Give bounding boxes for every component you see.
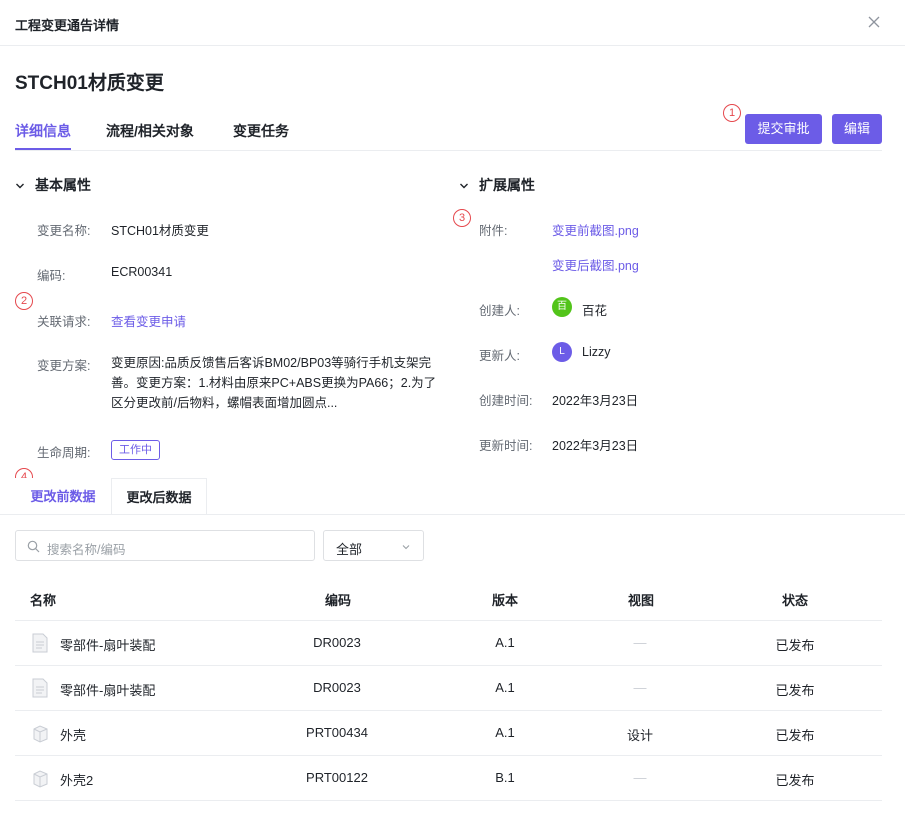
data-tabs-divider <box>0 514 905 515</box>
attachment-link-after[interactable]: 变更后截图.png <box>552 255 639 274</box>
code-value: ECR00341 <box>111 265 173 279</box>
chevron-down-icon <box>460 183 468 189</box>
extended-properties-header[interactable]: 扩展属性 <box>459 175 535 195</box>
row-version: A.1 <box>495 635 515 650</box>
row-name: 外壳 <box>60 728 87 743</box>
attachment-label: 附件: <box>479 224 508 238</box>
close-icon[interactable] <box>864 12 884 32</box>
row-status: 已发布 <box>775 638 815 653</box>
row-version: A.1 <box>495 725 515 740</box>
filter-select-value: 全部 <box>336 542 363 557</box>
code-label: 编码: <box>37 269 66 283</box>
row-name: 零部件-扇叶装配 <box>60 683 156 698</box>
dialog-title: 工程变更通告详情 <box>15 18 120 33</box>
updated-time-label: 更新时间: <box>479 439 533 453</box>
tabs-divider <box>15 150 882 151</box>
updated-time-value: 2022年3月23日 <box>552 439 639 453</box>
chevron-down-icon <box>402 545 410 550</box>
document-icon <box>32 633 48 653</box>
updater-name: Lizzy <box>582 345 611 359</box>
row-status: 已发布 <box>775 683 815 698</box>
edit-button[interactable]: 编辑 <box>832 114 882 144</box>
column-header-view: 视图 <box>628 593 655 608</box>
row-status: 已发布 <box>775 728 815 743</box>
avatar: L <box>552 342 572 362</box>
column-header-status: 状态 <box>782 593 809 608</box>
submit-approval-button[interactable]: 提交审批 <box>745 114 822 144</box>
table-bottom-border <box>15 800 882 801</box>
status-badge: 工作中 <box>111 440 160 460</box>
tab-details[interactable]: 详细信息 <box>15 121 71 151</box>
related-request-label: 关联请求: <box>37 315 91 329</box>
created-time-value: 2022年3月23日 <box>552 394 639 408</box>
section-title: 扩展属性 <box>479 177 535 193</box>
tab-process-related[interactable]: 流程/相关对象 <box>106 121 194 151</box>
page-title: STCH01材质变更 <box>15 73 164 94</box>
table-row[interactable]: 零部件-扇叶装配 DR0023 A.1 — 已发布 <box>15 665 882 710</box>
attachment-link-before[interactable]: 变更前截图.png <box>552 220 639 239</box>
chevron-down-icon <box>16 183 24 189</box>
lifecycle-label: 生命周期: <box>37 446 91 460</box>
filter-select[interactable]: 全部 <box>323 530 424 561</box>
change-name-label: 变更名称: <box>37 224 91 238</box>
change-plan-value: 变更原因:品质反馈售后客诉BM02/BP03等骑行手机支架完善。变更方案：1.材… <box>111 356 437 410</box>
row-view: — <box>633 635 647 650</box>
callout-marker-1: 1 <box>723 104 741 122</box>
document-icon <box>32 678 48 698</box>
row-name: 外壳2 <box>60 773 94 788</box>
avatar: 百 <box>552 297 572 317</box>
dialog-header: 工程变更通告详情 <box>0 0 905 46</box>
row-version: B.1 <box>495 770 515 785</box>
row-code: DR0023 <box>313 635 361 650</box>
row-name: 零部件-扇叶装配 <box>60 638 156 653</box>
creator-name: 百花 <box>582 304 608 318</box>
row-code: PRT00434 <box>306 725 368 740</box>
tab-change-tasks[interactable]: 变更任务 <box>233 121 289 151</box>
creator-label: 创建人: <box>479 304 520 318</box>
change-plan-label: 变更方案: <box>37 359 91 373</box>
search-placeholder: 搜索名称/编码 <box>47 543 126 557</box>
row-code: PRT00122 <box>306 770 368 785</box>
part-cube-icon <box>33 770 48 788</box>
table-row[interactable]: 外壳 PRT00434 A.1 设计 已发布 <box>15 710 882 755</box>
row-code: DR0023 <box>313 680 361 695</box>
column-header-version: 版本 <box>492 593 519 608</box>
callout-marker-3: 3 <box>453 209 471 227</box>
search-input[interactable]: 搜索名称/编码 <box>15 530 315 561</box>
updater-label: 更新人: <box>479 349 520 363</box>
basic-properties-header[interactable]: 基本属性 <box>15 175 91 195</box>
created-time-label: 创建时间: <box>479 394 533 408</box>
search-icon <box>27 540 40 553</box>
row-status: 已发布 <box>775 773 815 788</box>
tab-after-data[interactable]: 更改后数据 <box>111 478 207 515</box>
row-view: 设计 <box>626 728 654 743</box>
callout-marker-2: 2 <box>15 292 33 310</box>
view-change-request-link[interactable]: 查看变更申请 <box>111 311 186 330</box>
column-header-code: 编码 <box>325 593 352 608</box>
row-view: — <box>633 770 647 785</box>
section-title: 基本属性 <box>35 177 91 193</box>
table-row[interactable]: 零部件-扇叶装配 DR0023 A.1 — 已发布 <box>15 620 882 665</box>
row-version: A.1 <box>495 680 515 695</box>
column-header-name: 名称 <box>30 593 57 608</box>
row-view: — <box>633 680 647 695</box>
tab-before-data[interactable]: 更改前数据 <box>15 478 111 515</box>
part-cube-icon <box>33 725 48 743</box>
table-row[interactable]: 外壳2 PRT00122 B.1 — 已发布 <box>15 755 882 800</box>
change-name-value: STCH01材质变更 <box>111 224 209 238</box>
